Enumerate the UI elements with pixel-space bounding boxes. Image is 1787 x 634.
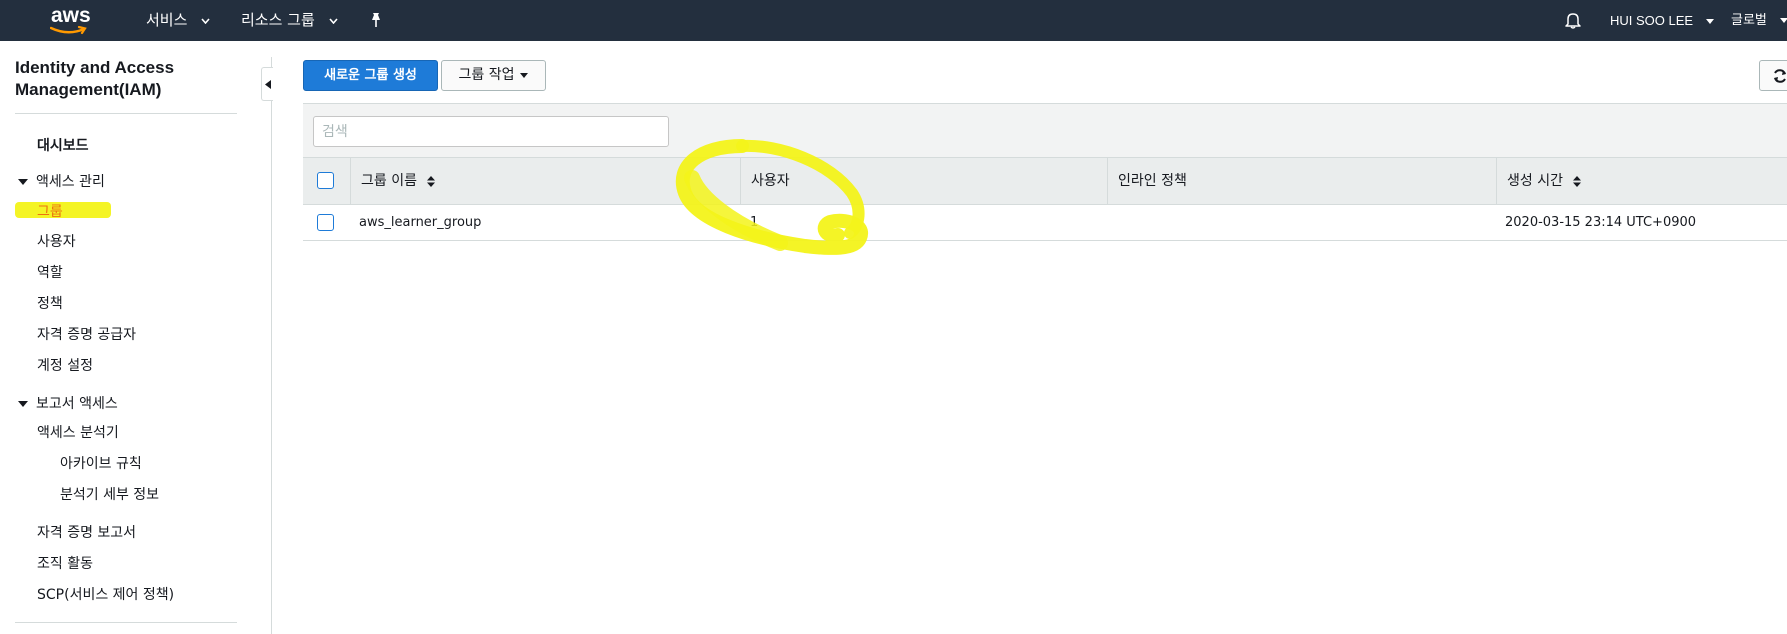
sidebar-title: Identity and Access Management(IAM) [15, 58, 175, 99]
sidebar-item-identity-providers[interactable]: 자격 증명 공급자 [37, 324, 136, 344]
row-checkbox[interactable] [317, 214, 334, 231]
table-header: 그룹 이름 사용자 인라인 정책 생성 시간 [303, 157, 1787, 205]
user-name: HUI SOO LEE [1610, 13, 1694, 28]
services-label: 서비스 [146, 11, 188, 29]
chevron-down-icon [328, 17, 338, 24]
triangle-down-icon [18, 401, 28, 407]
sidebar-item-analyzer-details[interactable]: 분석기 세부 정보 [60, 484, 159, 504]
column-header-inline-policy: 인라인 정책 [1118, 173, 1187, 189]
section-label: 액세스 관리 [36, 174, 105, 190]
refresh-icon [1774, 69, 1786, 83]
column-label: 그룹 이름 [361, 173, 417, 189]
sidebar-item-roles[interactable]: 역할 [37, 262, 63, 282]
cell-creation-time: 2020-03-15 23:14 UTC+0900 [1505, 215, 1697, 230]
sidebar-border [271, 57, 272, 634]
filter-bar [303, 103, 1787, 157]
caret-down-icon [520, 72, 529, 78]
divider [15, 113, 237, 114]
create-group-button[interactable]: 새로운 그룹 생성 [303, 60, 438, 91]
column-header-creation-time[interactable]: 생성 시간 [1507, 158, 1582, 204]
column-divider [350, 158, 351, 204]
group-actions-label: 그룹 작업 [458, 67, 515, 83]
bell-icon [1565, 13, 1581, 29]
sidebar-item-archive-rules[interactable]: 아카이브 규칙 [60, 453, 142, 473]
notifications-button[interactable] [1565, 11, 1581, 31]
sort-icon [1573, 175, 1582, 187]
sidebar-item-scp[interactable]: SCP(서비스 제어 정책) [37, 584, 174, 604]
divider [15, 622, 237, 623]
sidebar-item-organization-activity[interactable]: 조직 활동 [37, 553, 93, 573]
aws-logo[interactable]: aws [48, 2, 96, 38]
caret-left-icon [265, 80, 271, 89]
search-input[interactable] [313, 116, 669, 147]
resource-groups-menu[interactable]: 리소스 그룹 [241, 0, 338, 41]
cell-group-name[interactable]: aws_learner_group [359, 205, 481, 241]
collapse-sidebar-button[interactable] [261, 67, 273, 101]
column-header-group-name[interactable]: 그룹 이름 [361, 158, 436, 204]
region-label: 글로벌 [1731, 13, 1767, 28]
pin-button[interactable] [369, 12, 383, 30]
section-label: 보고서 액세스 [36, 396, 118, 412]
sidebar-item-credential-report[interactable]: 자격 증명 보고서 [37, 522, 136, 542]
sidebar-item-dashboard[interactable]: 대시보드 [37, 135, 89, 155]
refresh-button[interactable] [1759, 60, 1787, 91]
chevron-down-icon [201, 17, 210, 24]
caret-down-icon [1705, 19, 1714, 25]
sidebar-item-access-analyzer[interactable]: 액세스 분석기 [37, 422, 119, 442]
section-access-management[interactable]: 액세스 관리 [18, 171, 105, 191]
sort-icon [427, 175, 436, 187]
top-navigation-bar: aws 서비스 리소스 그룹 HUI SOO LEE 글로벌 [0, 0, 1787, 41]
yellow-circle-annotation [675, 139, 868, 255]
select-all-checkbox[interactable] [317, 172, 334, 189]
region-menu[interactable]: 글로벌 [1731, 0, 1787, 41]
column-label: 생성 시간 [1507, 173, 1563, 189]
sidebar-item-groups[interactable]: 그룹 [37, 201, 63, 221]
column-divider [1107, 158, 1108, 204]
section-access-reports[interactable]: 보고서 액세스 [18, 393, 118, 413]
sidebar-item-account-settings[interactable]: 계정 설정 [37, 355, 93, 375]
sidebar-item-policies[interactable]: 정책 [37, 293, 63, 313]
sidebar-item-users[interactable]: 사용자 [37, 231, 76, 251]
table-row[interactable]: aws_learner_group 1 2020-03-15 23:14 UTC… [303, 205, 1787, 241]
sidebar: Identity and Access Management(IAM) 대시보드… [0, 41, 271, 634]
triangle-down-icon [18, 179, 28, 185]
services-menu[interactable]: 서비스 [146, 0, 210, 41]
group-actions-button[interactable]: 그룹 작업 [441, 60, 546, 91]
aws-smile-icon [50, 26, 87, 35]
resource-groups-label: 리소스 그룹 [241, 11, 315, 29]
caret-down-icon [1780, 18, 1787, 23]
aws-logo-text: aws [51, 4, 91, 27]
column-divider [1496, 158, 1497, 204]
yellow-highlight-annotation [15, 202, 111, 218]
pin-icon [372, 13, 380, 27]
user-account-menu[interactable]: HUI SOO LEE [1610, 0, 1714, 41]
